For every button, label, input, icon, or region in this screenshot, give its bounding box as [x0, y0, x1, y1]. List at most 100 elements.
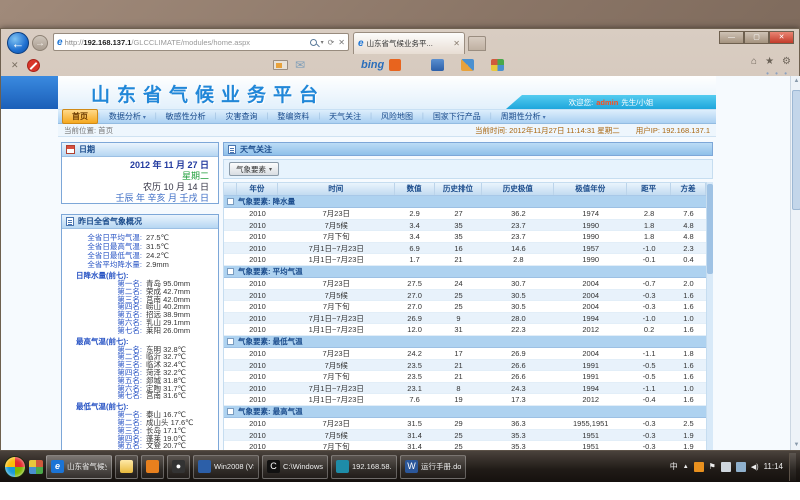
column-header[interactable]: 距平 — [627, 183, 671, 195]
volume-icon[interactable]: ◀) — [751, 463, 759, 471]
browser-tab[interactable]: e 山东省气候业务平... ✕ — [353, 32, 465, 54]
nav-item-8[interactable]: 周期性分析▾ — [492, 110, 555, 123]
table-row[interactable]: 20107月5候27.02530.52004-0.31.6 — [224, 290, 706, 302]
chevron-down-icon[interactable]: ▾ — [321, 39, 324, 46]
taskbar-button-word[interactable]: W运行手册.docx - — [400, 455, 466, 479]
nav-item-6[interactable]: 风险地图 — [372, 110, 422, 123]
home-icon[interactable]: ⌂ — [751, 56, 757, 67]
favorites-star-icon[interactable]: ★ — [765, 56, 774, 67]
table-row[interactable]: 20107月5候23.52126.61991-0.51.6 — [224, 360, 706, 372]
group-header-row[interactable]: 气象要素: 平均气温 — [224, 266, 706, 278]
stat-label[interactable]: 全省日最高气温: — [64, 242, 142, 251]
address-bar[interactable]: e http://192.168.137.1/GLCCLIMATE/module… — [53, 33, 349, 51]
card-icon[interactable] — [273, 60, 288, 70]
taskbar-button-vm[interactable]: Win2008 (VS2... — [193, 455, 259, 479]
tab-close-icon[interactable]: ✕ — [453, 39, 460, 48]
table-row[interactable]: 20107月5候31.42535.31951-0.31.9 — [224, 430, 706, 442]
table-row[interactable]: 20107月下旬23.52126.61991-0.51.6 — [224, 371, 706, 383]
maximize-button[interactable]: ▢ — [744, 31, 769, 44]
antivirus-icon[interactable] — [694, 462, 704, 472]
close-button[interactable]: ✕ — [769, 31, 794, 44]
refresh-icon[interactable]: ⟳ — [328, 38, 335, 47]
group-checkbox[interactable] — [227, 408, 234, 415]
blocked-icon — [27, 59, 40, 72]
stat-label[interactable]: 全省平均降水量: — [64, 260, 142, 269]
table-row[interactable]: 20107月23日31.52936.31955,1951-0.32.5 — [224, 418, 706, 430]
table-cell: 7.6 — [395, 394, 435, 405]
mail-icon[interactable]: ✉ — [295, 58, 305, 72]
show-desktop-button[interactable] — [789, 453, 796, 481]
table-select-column — [224, 183, 237, 195]
action-center-flag-icon[interactable]: ⚑ — [709, 462, 716, 471]
column-header[interactable]: 历史排位 — [435, 183, 483, 195]
table-scrollbar[interactable] — [707, 182, 713, 451]
forward-button[interactable]: → — [32, 35, 48, 51]
messenger-icon[interactable] — [431, 59, 444, 71]
column-header[interactable]: 数值 — [395, 183, 435, 195]
table-row[interactable]: 20107月1日~7月23日23.1824.31994-1.11.0 — [224, 383, 706, 395]
taskbar-button-folder[interactable] — [115, 455, 138, 479]
column-header[interactable]: 极值年份 — [554, 183, 627, 195]
table-row[interactable]: 20107月1日~7月23日6.91614.61957-1.02.3 — [224, 243, 706, 255]
rain-rank-label[interactable]: 第七名: — [64, 327, 142, 335]
nav-item-5[interactable]: 天气关注 — [320, 110, 370, 123]
group-header-row[interactable]: 气象要素: 最低气温 — [224, 336, 706, 348]
quicklaunch-icon[interactable] — [29, 460, 43, 474]
search-icon[interactable] — [310, 39, 317, 46]
column-header[interactable]: 年份 — [237, 183, 278, 195]
ime-indicator[interactable]: 中 — [670, 461, 678, 472]
update-icon[interactable] — [736, 462, 746, 472]
column-header[interactable]: 历史极值 — [482, 183, 554, 195]
weather-element-dropdown[interactable]: 气象要素 ▾ — [229, 162, 279, 176]
stop-icon[interactable]: ✕ — [338, 38, 345, 47]
table-row[interactable]: 20101月1日~7月23日7.61917.32012-0.41.6 — [224, 394, 706, 406]
nav-item-3[interactable]: 灾害查询 — [217, 110, 267, 123]
group-checkbox[interactable] — [227, 198, 234, 205]
group-header-row[interactable]: 气象要素: 最高气温 — [224, 406, 706, 418]
bing-logo[interactable]: bing — [361, 59, 384, 71]
table-row[interactable]: 20107月23日27.52430.72004-0.72.0 — [224, 278, 706, 290]
table-row[interactable]: 20107月23日24.21726.92004-1.11.8 — [224, 348, 706, 360]
hidden-icons-chevron[interactable]: ▲ — [683, 464, 689, 470]
table-row[interactable]: 20107月下旬3.43523.719901.84.8 — [224, 231, 706, 243]
group-checkbox[interactable] — [227, 268, 234, 275]
table-cell: 24.3 — [482, 383, 554, 394]
column-header[interactable]: 时间 — [278, 183, 395, 195]
apps-grid-icon[interactable] — [491, 59, 504, 71]
taskbar-button-media-app[interactable]: ● — [167, 455, 190, 479]
toolbar-close-icon[interactable]: ✕ — [11, 60, 19, 71]
page-scrollbar[interactable]: ▲ ▼ — [790, 76, 800, 451]
minimize-button[interactable]: — — [719, 31, 744, 44]
share-icon[interactable] — [461, 59, 474, 71]
table-row[interactable]: 20101月1日~7月23日12.03122.320120.21.6 — [224, 324, 706, 336]
network-icon[interactable] — [721, 462, 731, 472]
back-button[interactable]: ← — [7, 32, 29, 54]
group-checkbox[interactable] — [227, 338, 234, 345]
nav-item-4[interactable]: 整编资料 — [268, 110, 318, 123]
taskbar-button-cmd[interactable]: CC:\Windows\s... — [262, 455, 328, 479]
settings-gear-icon[interactable]: ⚙ — [782, 56, 791, 67]
column-header[interactable]: 方差 — [671, 183, 706, 195]
taskbar-clock[interactable]: 11:14 — [764, 462, 783, 471]
stat-label[interactable]: 全省日平均气温: — [64, 233, 142, 242]
table-cell: 4.8 — [671, 220, 706, 231]
bing-badge-icon[interactable] — [389, 59, 401, 71]
table-row[interactable]: 20107月23日2.92736.219742.87.6 — [224, 208, 706, 220]
table-row[interactable]: 20107月下旬27.02530.52004-0.31.6 — [224, 301, 706, 313]
stat-label[interactable]: 全省日最低气温: — [64, 251, 142, 260]
tmax-rank-label[interactable]: 第七名: — [64, 392, 142, 400]
nav-item-2[interactable]: 敏感性分析 — [157, 110, 215, 123]
nav-item-0[interactable]: 首页 — [62, 109, 98, 124]
start-button[interactable] — [4, 456, 26, 478]
table-row[interactable]: 20101月1日~7月23日1.7212.81990-0.10.4 — [224, 254, 706, 266]
nav-item-1[interactable]: 数据分析▾ — [100, 110, 155, 123]
table-row[interactable]: 20107月5候3.43523.719901.84.8 — [224, 220, 706, 232]
taskbar-button-orange-app[interactable] — [141, 455, 164, 479]
group-header-row[interactable]: 气象要素: 降水量 — [224, 196, 706, 208]
taskbar-button-ie[interactable]: e山东省气候业... — [46, 455, 112, 479]
new-tab-button[interactable] — [468, 36, 486, 51]
scrollbar-thumb[interactable] — [792, 90, 800, 210]
taskbar-button-remote[interactable]: 192.168.58.99... — [331, 455, 397, 479]
nav-item-7[interactable]: 国家下行产品 — [424, 110, 490, 123]
table-row[interactable]: 20107月1日~7月23日26.9928.01994-1.01.0 — [224, 313, 706, 325]
